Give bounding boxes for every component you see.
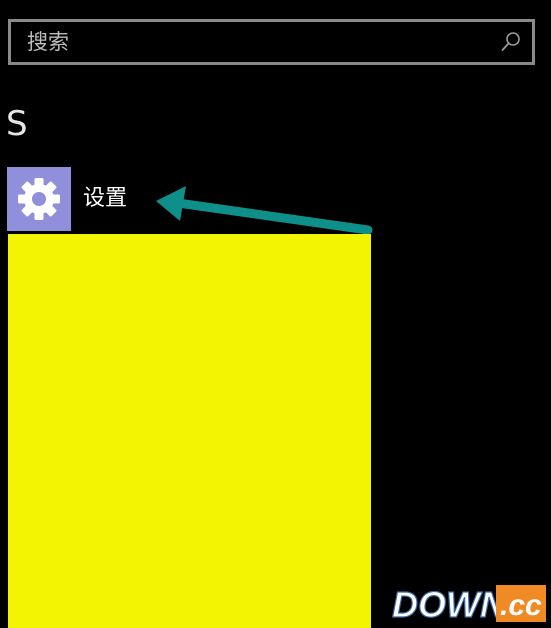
group-header-s[interactable]: S xyxy=(6,104,28,144)
highlight-overlay xyxy=(8,234,371,628)
watermark-suffix-text: .cc xyxy=(500,589,542,622)
gear-icon xyxy=(18,178,60,220)
annotation-arrow xyxy=(156,186,373,235)
app-label-settings[interactable]: 设置 xyxy=(83,185,127,213)
search-box[interactable] xyxy=(8,19,535,65)
search-icon[interactable] xyxy=(500,31,522,53)
watermark-logo: DOWN .cc xyxy=(391,583,546,624)
settings-app-tile[interactable] xyxy=(7,167,71,231)
watermark-main-text: DOWN xyxy=(392,584,507,624)
search-input[interactable] xyxy=(11,22,491,62)
